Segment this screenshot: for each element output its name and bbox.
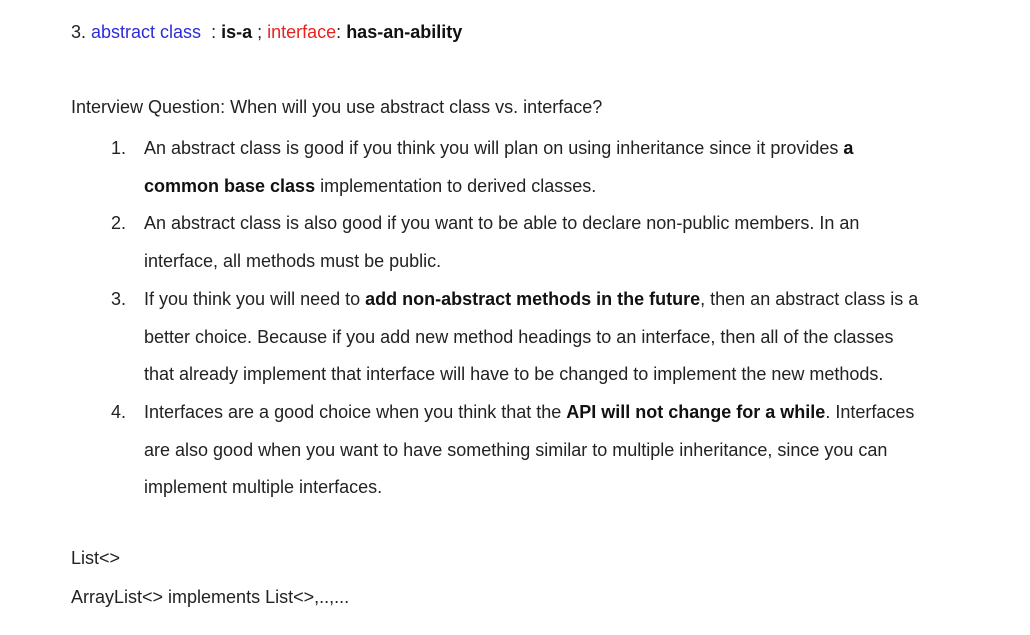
list-item-text: An abstract class is also good if you wa… (144, 213, 860, 272)
list-item-number: 3. (111, 288, 127, 309)
list-item: 4. Interfaces are a good choice when you… (71, 394, 924, 507)
has-an-ability-label: has-an-ability (346, 22, 463, 42)
footer-line-arraylist: ArrayList<> implements List<>,..,... (71, 587, 350, 607)
list-item-number: 2. (111, 213, 127, 234)
heading-line: 3. abstract class : is-a ; interface: ha… (71, 20, 462, 44)
heading-separator-1: : (201, 22, 222, 42)
list-item: 3. If you think you will need to add non… (71, 281, 924, 394)
list-item-text: implementation to derived classes. (315, 175, 597, 196)
interface-label: interface (267, 22, 337, 42)
answer-list: 1. An abstract class is good if you thin… (71, 130, 1021, 507)
list-item: 1. An abstract class is good if you thin… (71, 130, 924, 205)
is-a-label: is-a (221, 22, 253, 42)
heading-separator-3: : (336, 22, 347, 42)
heading-prefix: 3. (71, 22, 92, 42)
list-item-number: 4. (111, 401, 127, 422)
heading-separator-2: ; (252, 22, 268, 42)
list-item-bold-text: API will not change for a while (566, 401, 826, 422)
footer-line-list: List<> (71, 548, 121, 568)
list-item: 2. An abstract class is also good if you… (71, 205, 924, 280)
list-item-bold-text: add non-abstract methods in the future (365, 288, 701, 309)
list-item-number: 1. (111, 138, 127, 158)
abstract-class-label: abstract class (91, 22, 202, 42)
list-item-text: An abstract class is good if you think y… (144, 138, 844, 158)
list-item-text: If you think you will need to (144, 288, 366, 309)
interview-question: Interview Question: When will you use ab… (71, 97, 603, 117)
list-item-text: Interfaces are a good choice when you th… (144, 401, 567, 422)
